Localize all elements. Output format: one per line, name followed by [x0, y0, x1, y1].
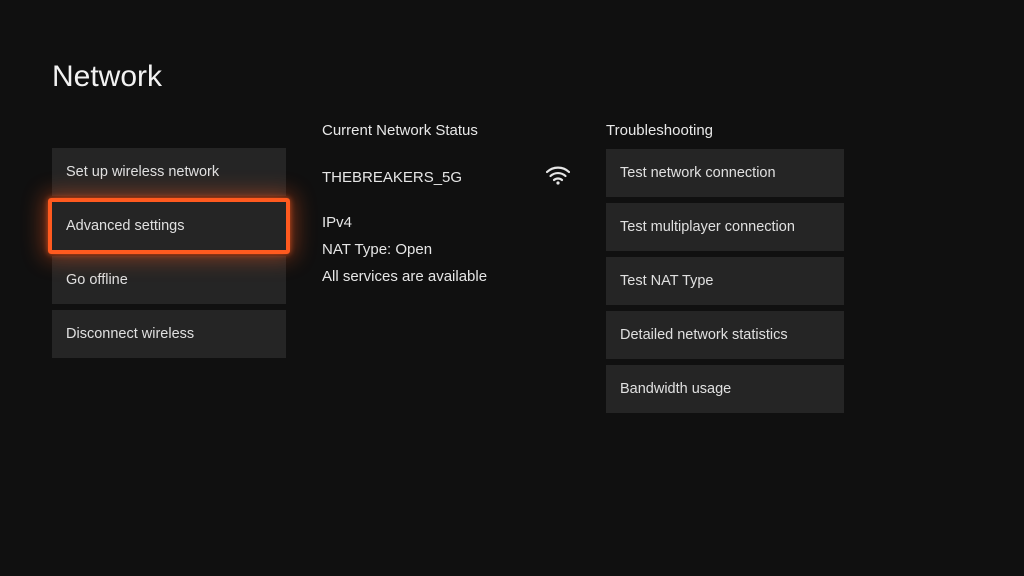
network-settings-screen: Network Set up wireless network Advanced… [0, 0, 1024, 576]
status-header: Current Network Status [322, 122, 570, 139]
troubleshooting-header: Troubleshooting [606, 122, 844, 139]
troubleshooting-list: Test network connection Test multiplayer… [606, 149, 844, 413]
ts-item-label: Bandwidth usage [620, 381, 731, 397]
nav-item-label: Disconnect wireless [66, 326, 194, 342]
network-status-panel: Current Network Status THEBREAKERS_5G IP… [322, 122, 570, 295]
network-name: THEBREAKERS_5G [322, 169, 462, 186]
nav-disconnect-wireless[interactable]: Disconnect wireless [52, 310, 286, 358]
nat-type: NAT Type: Open [322, 241, 570, 258]
nav-item-label: Set up wireless network [66, 164, 219, 180]
troubleshooting-panel: Troubleshooting Test network connection … [606, 122, 844, 413]
ts-test-nat-type[interactable]: Test NAT Type [606, 257, 844, 305]
page-title: Network [52, 60, 972, 94]
ts-item-label: Detailed network statistics [620, 327, 788, 343]
ip-version: IPv4 [322, 214, 570, 231]
nav-item-label: Go offline [66, 272, 128, 288]
nav-go-offline[interactable]: Go offline [52, 256, 286, 304]
wifi-icon [546, 165, 570, 190]
columns: Set up wireless network Advanced setting… [52, 122, 972, 413]
services-status: All services are available [322, 268, 570, 285]
network-name-row: THEBREAKERS_5G [322, 165, 570, 190]
ts-test-network-connection[interactable]: Test network connection [606, 149, 844, 197]
ts-test-multiplayer-connection[interactable]: Test multiplayer connection [606, 203, 844, 251]
ts-item-label: Test network connection [620, 165, 776, 181]
nav-setup-wireless[interactable]: Set up wireless network [52, 148, 286, 196]
nav-advanced-settings[interactable]: Advanced settings [52, 202, 286, 250]
ts-item-label: Test NAT Type [620, 273, 714, 289]
ts-item-label: Test multiplayer connection [620, 219, 795, 235]
left-nav: Set up wireless network Advanced setting… [52, 122, 286, 358]
ts-detailed-network-statistics[interactable]: Detailed network statistics [606, 311, 844, 359]
nav-item-label: Advanced settings [66, 218, 185, 234]
ts-bandwidth-usage[interactable]: Bandwidth usage [606, 365, 844, 413]
